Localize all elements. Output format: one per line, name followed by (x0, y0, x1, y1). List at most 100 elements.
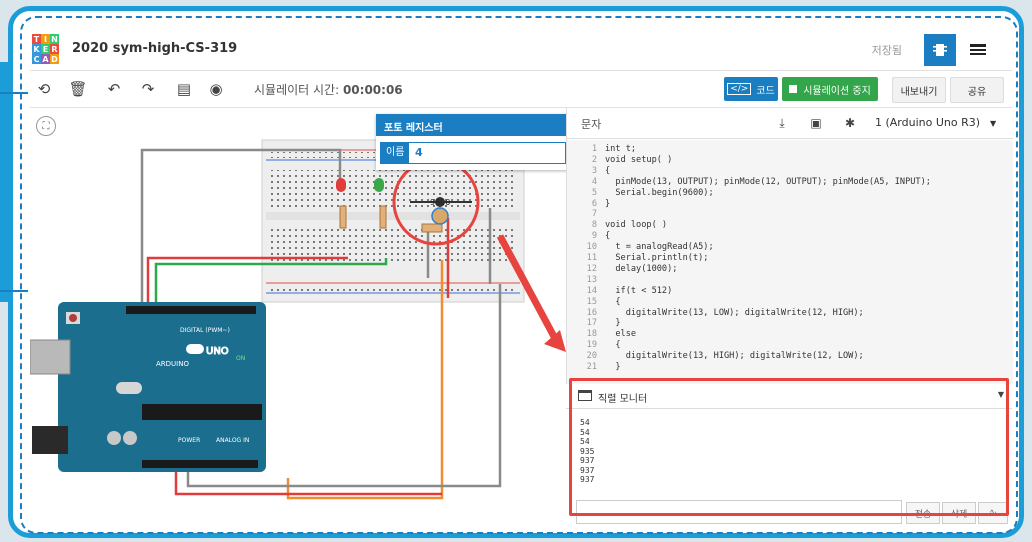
chevron-down-icon: ▼ (990, 119, 997, 128)
power-label: POWER (178, 437, 200, 444)
code-button-label: 코드 (756, 85, 775, 97)
frame-leader-line (0, 92, 28, 94)
code-line: 14 if(t < 512) (567, 285, 673, 296)
code-panel-header: 문자 ⤓ ▣ ✱ 1 (Arduino Uno R3) ▼ (567, 108, 1013, 139)
code-text: void loop( ) (605, 220, 668, 231)
board-select[interactable]: 1 (Arduino Uno R3) ▼ (875, 116, 996, 129)
properties-panel: 포토 레지스터 이름 4 (376, 114, 566, 170)
code-text: digitalWrite(13, HIGH); digitalWrite(12,… (605, 351, 864, 362)
code-text: { (605, 231, 611, 242)
on-led-label: ON (236, 355, 245, 362)
redo-icon[interactable]: ↷ (138, 79, 158, 99)
code-line: 11 Serial.println(t); (567, 253, 709, 263)
line-number: 8 (591, 220, 597, 231)
name-label: 이름 (381, 143, 410, 163)
code-line: 1 int t; (567, 144, 636, 154)
frame-leader-line (0, 290, 28, 292)
code-button[interactable]: </> 코드 (724, 77, 778, 101)
arduino-uno-board[interactable] (58, 302, 266, 472)
share-button[interactable]: 공유 (950, 77, 1004, 103)
code-text: void setup( ) (605, 154, 673, 165)
simulator-time: 시뮬레이터 시간: 00:00:06 (254, 81, 403, 98)
code-editor[interactable]: 1 int t; 2 void setup( ) 3{4 pinMode(13, OUT… (567, 140, 1013, 384)
export-button[interactable]: 내보내기 (892, 77, 946, 103)
logo-letter: R (50, 44, 59, 54)
atmega-chip (142, 404, 262, 420)
visibility-icon[interactable]: ◉ (206, 79, 226, 99)
undo-icon[interactable]: ↶ (104, 79, 124, 99)
line-number: 13 (586, 274, 597, 285)
properties-title: 포토 레지스터 (376, 114, 566, 136)
green-led[interactable] (374, 178, 384, 192)
list-view-icon (970, 44, 986, 55)
code-text: else (605, 329, 637, 340)
sim-time-label: 시뮬레이터 시간: (254, 83, 343, 97)
code-line: 9{ (567, 231, 610, 241)
code-text: { (605, 165, 611, 176)
resistor[interactable] (421, 223, 443, 233)
name-field[interactable]: 이름 4 (380, 142, 566, 164)
code-line: 13 (567, 275, 605, 285)
photoresistor-value: 9600 (430, 198, 450, 207)
top-bar: T I N K E R C A D 2020 sym-high-CS-319 저… (30, 30, 1012, 71)
delete-icon[interactable]: 🗑 (68, 79, 88, 99)
design-title[interactable]: 2020 sym-high-CS-319 (72, 41, 237, 56)
code-text: digitalWrite(13, LOW); digitalWrite(12, … (605, 307, 864, 318)
board-select-value: 1 (Arduino Uno R3) (875, 116, 981, 129)
photoresistor[interactable] (431, 207, 449, 225)
code-text: } (605, 198, 611, 209)
logo-letter: D (50, 54, 59, 64)
circuit-canvas[interactable]: ⛶ 9600 ARDUINO UNO DIGITAL (PWM~) POWER … (30, 108, 566, 530)
reset-button-cap (69, 314, 77, 322)
code-line: 15 { (567, 297, 621, 307)
stop-simulation-button[interactable]: 시뮬레이션 중지 (782, 77, 878, 101)
code-line: 6} (567, 199, 610, 209)
arduino-logo (186, 344, 204, 354)
saved-status: 저장됨 (871, 44, 902, 57)
circuit-view-button[interactable] (924, 34, 956, 66)
resistor[interactable] (339, 205, 347, 229)
download-icon[interactable]: ⤓ (771, 114, 793, 132)
code-text: if(t < 512) (605, 285, 673, 296)
chip-icon (933, 44, 947, 56)
library-icon[interactable]: ▣ (805, 114, 827, 132)
notes-icon[interactable]: ▤ (174, 79, 194, 99)
schematic-view-button[interactable] (962, 34, 994, 66)
capacitor (107, 431, 121, 445)
line-number: 2 (591, 154, 597, 165)
code-text: pinMode(13, OUTPUT); pinMode(12, OUTPUT)… (605, 176, 931, 187)
line-number: 12 (586, 263, 597, 274)
logo-letter: A (41, 54, 50, 64)
code-line: 10 t = analogRead(A5); (567, 242, 714, 252)
power-analog-header (142, 460, 258, 468)
serial-highlight-box (569, 378, 1009, 516)
resistor[interactable] (379, 205, 387, 229)
debugger-icon[interactable]: ✱ (839, 114, 861, 132)
power-jack (32, 426, 68, 454)
code-line: 20 digitalWrite(13, HIGH); digitalWrite(… (567, 351, 864, 361)
line-number: 7 (591, 209, 597, 220)
code-mode-select[interactable]: 문자 (581, 116, 601, 132)
code-text: { (605, 296, 621, 307)
red-led[interactable] (336, 178, 346, 192)
code-line: 4 pinMode(13, OUTPUT); pinMode(12, OUTPU… (567, 177, 931, 187)
tinkercad-logo[interactable]: T I N K E R C A D (32, 34, 59, 64)
name-value[interactable]: 4 (415, 143, 423, 163)
code-panel: 문자 ⤓ ▣ ✱ 1 (Arduino Uno R3) ▼ 1 int t; 2 voi… (566, 108, 1013, 384)
code-text: } (605, 362, 621, 372)
line-number: 19 (586, 340, 597, 351)
code-line: 19 { (567, 340, 621, 350)
rotate-icon[interactable]: ⟲ (34, 79, 54, 99)
code-line: 21 } (567, 362, 621, 372)
code-line: 17 } (567, 318, 621, 328)
breadboard-channel (266, 212, 520, 220)
logo-letter: C (32, 54, 41, 64)
line-number: 9 (591, 231, 597, 242)
code-text: t = analogRead(A5); (605, 242, 714, 253)
digital-header (126, 306, 256, 314)
line-number: 20 (586, 351, 597, 362)
code-line: 8 void loop( ) (567, 220, 667, 230)
uno-text: UNO (206, 346, 229, 357)
toolbar: ⟲ 🗑 ↶ ↷ ▤ ◉ 시뮬레이터 시간: 00:00:06 </> 코드 시뮬레… (30, 71, 1012, 108)
code-text: { (605, 340, 621, 351)
